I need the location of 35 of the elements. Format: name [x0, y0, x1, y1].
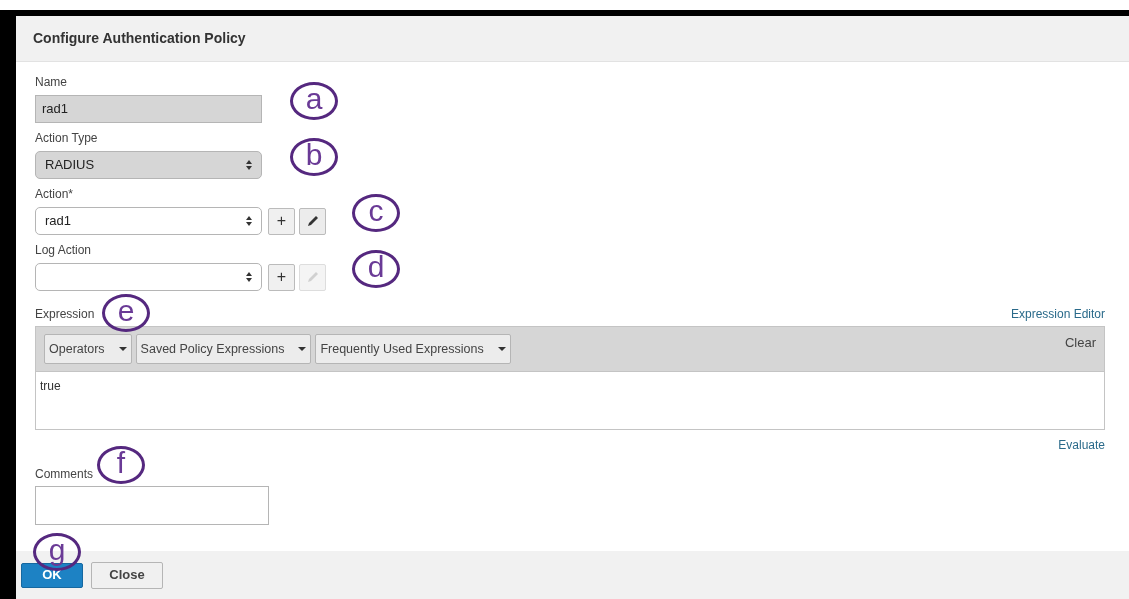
field-label: Action* [35, 186, 75, 202]
callout-label: d [352, 250, 400, 288]
field-label: Comments [35, 466, 94, 482]
expression-field[interactable]: true [35, 372, 1105, 430]
callout-label: c [352, 194, 400, 232]
clear-button[interactable]: Clear [1064, 333, 1096, 353]
caret-icon [497, 347, 506, 351]
dropdown-button[interactable]: Operators [44, 334, 132, 364]
field-label: Action Type [35, 130, 99, 146]
field-label: Log Action [35, 242, 93, 258]
callout-label: a [290, 82, 338, 120]
comments-field[interactable] [35, 486, 269, 525]
dropdown-button[interactable]: Saved Policy Expressions [135, 334, 312, 364]
up-down-arrows-icon [246, 272, 252, 282]
caret-icon [118, 347, 127, 351]
callout-label: f [97, 446, 145, 484]
pencil-icon [306, 215, 319, 227]
add-button[interactable]: + [268, 263, 295, 291]
evaluate-link[interactable]: Evaluate [1058, 436, 1105, 454]
select-field[interactable] [35, 263, 262, 291]
caret-icon [298, 347, 307, 351]
callout-label: b [290, 138, 338, 176]
callout-label: g [33, 533, 81, 571]
add-button[interactable]: + [268, 207, 295, 235]
up-down-arrows-icon [246, 216, 252, 226]
select-field[interactable]: rad1 [35, 207, 262, 235]
edit-button[interactable] [299, 207, 326, 235]
dropdown-button[interactable]: Frequently Used Expressions [315, 334, 511, 364]
dialog-title: Configure Authentication Policy [33, 29, 246, 48]
close-button[interactable]: Close [91, 561, 163, 589]
field-label: Expression [35, 306, 95, 322]
expression-editor-link[interactable]: Expression Editor [1010, 306, 1105, 322]
pencil-icon [306, 271, 319, 283]
field-label: Name [35, 74, 68, 90]
up-down-arrows-icon [246, 160, 252, 170]
